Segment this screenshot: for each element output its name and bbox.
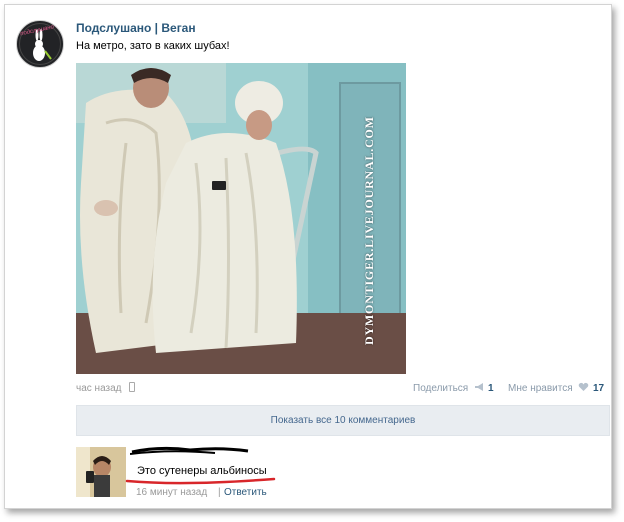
group-name-link[interactable]: Подслушано | Веган bbox=[76, 21, 196, 35]
photo-watermark: DYMONTIGER.LIVEJOURNAL.COM bbox=[362, 116, 376, 345]
show-all-comments-button[interactable]: Показать все 10 комментариев bbox=[76, 405, 610, 436]
like-count: 17 bbox=[593, 383, 605, 394]
post-time[interactable]: час назад bbox=[76, 383, 122, 394]
subway-photo-illustration bbox=[76, 63, 406, 374]
share-count: 1 bbox=[488, 383, 494, 394]
megaphone-icon[interactable] bbox=[474, 382, 485, 392]
comment-author-avatar[interactable] bbox=[76, 447, 126, 497]
red-underline-annotation bbox=[125, 477, 276, 485]
redacted-author-name-scribble bbox=[130, 446, 249, 455]
comment-separator: | bbox=[218, 487, 221, 498]
share-button[interactable]: Поделиться bbox=[413, 383, 468, 394]
post-text: На метро, зато в каких шубах! bbox=[76, 40, 230, 52]
comment-time[interactable]: 16 минут назад bbox=[136, 487, 207, 498]
author-photo-illustration bbox=[76, 447, 126, 497]
like-button[interactable]: Мне нравится bbox=[508, 383, 573, 394]
heart-icon[interactable] bbox=[578, 382, 589, 392]
reply-link[interactable]: Ответить bbox=[224, 487, 267, 498]
phone-icon bbox=[129, 382, 135, 392]
group-avatar[interactable]: подслушано ВЕГАН bbox=[16, 20, 64, 68]
post-photo[interactable] bbox=[76, 63, 406, 374]
